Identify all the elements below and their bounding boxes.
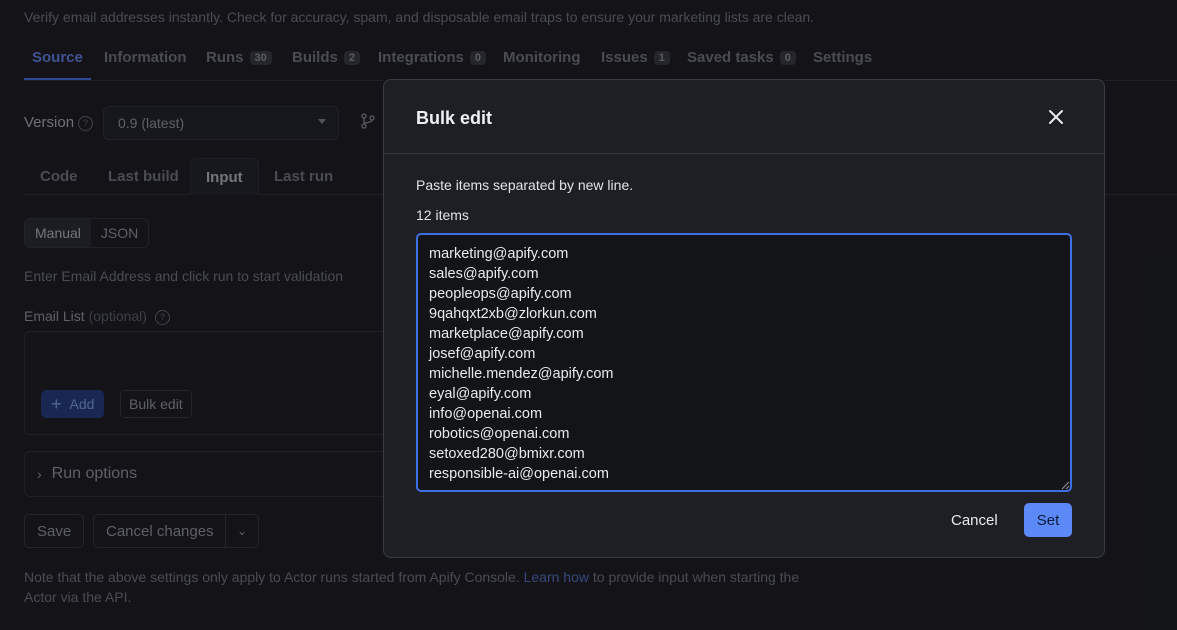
cancel-button[interactable]: Cancel [939, 503, 1010, 537]
resize-grip-icon[interactable] [1060, 480, 1070, 490]
close-icon[interactable] [1046, 107, 1066, 127]
item-count: 12 items [416, 207, 469, 223]
set-button[interactable]: Set [1024, 503, 1072, 537]
bulk-items-textarea[interactable] [416, 233, 1072, 492]
dialog-title: Bulk edit [416, 108, 493, 128]
dialog-instruction: Paste items separated by new line. [416, 177, 634, 193]
bulk-edit-dialog: Bulk edit Paste items separated by new l… [383, 79, 1105, 558]
dialog-header: Bulk edit [384, 80, 1104, 154]
